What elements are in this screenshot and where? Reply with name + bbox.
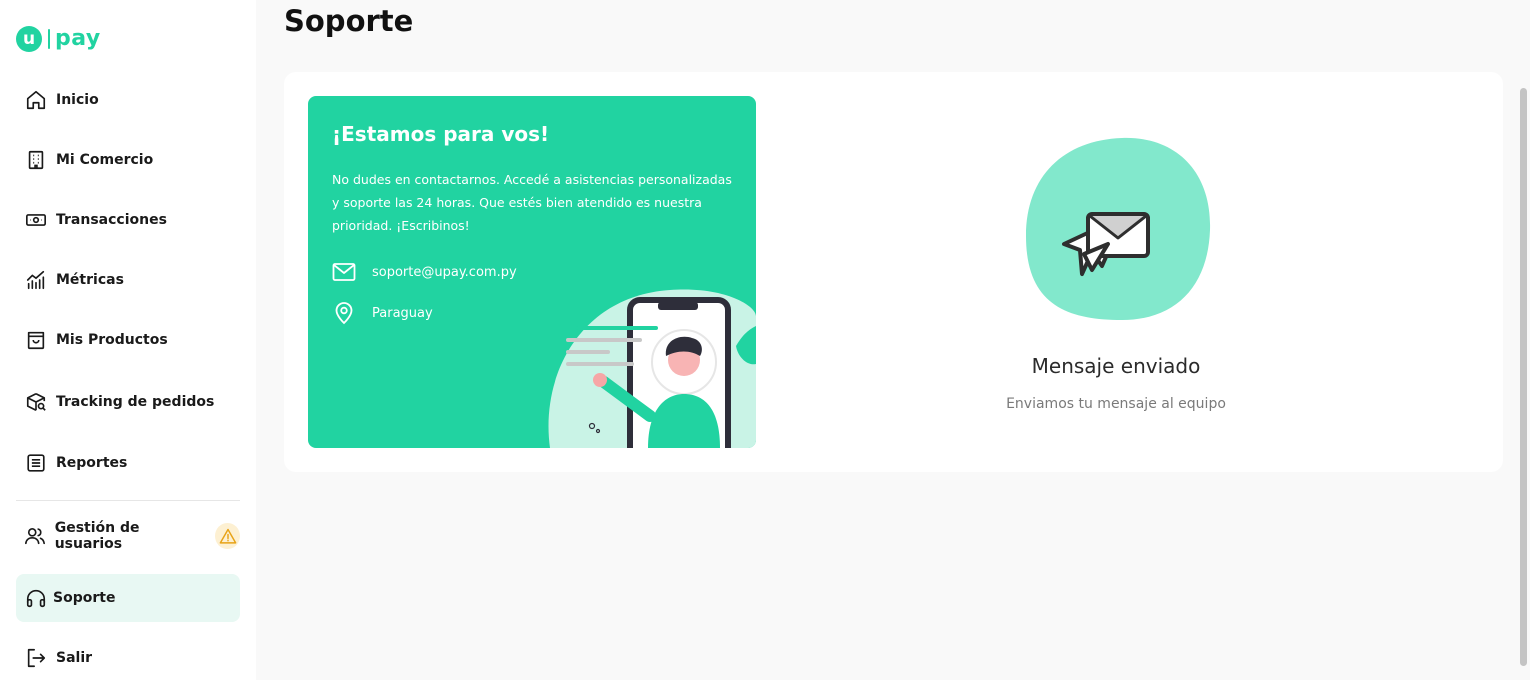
sidebar-item-reportes[interactable]: Reportes [16,439,240,487]
home-icon [24,88,48,112]
sidebar-item-label: Soporte [53,590,116,606]
contact-email[interactable]: soporte@upay.com.py [332,260,517,284]
sidebar-divider [16,500,240,501]
headset-icon [24,586,48,610]
message-title: Mensaje enviado [1031,354,1201,378]
message-subtitle: Enviamos tu mensaje al equipo [1006,396,1226,412]
cash-icon [24,208,48,232]
sidebar-item-inicio[interactable]: Inicio [16,76,240,124]
sidebar-item-tracking[interactable]: Tracking de pedidos [16,378,240,426]
location-pin-icon [332,301,356,325]
warning-icon [215,523,240,549]
contact-email-text: soporte@upay.com.py [372,264,517,280]
sidebar-item-transacciones[interactable]: Transacciones [16,196,240,244]
report-icon [24,451,48,475]
support-card: ¡Estamos para vos! No dudes en contactar… [284,72,1503,472]
contact-location: Paraguay [332,301,433,325]
upay-logo[interactable]: u pay [16,26,101,52]
sidebar-item-gestion-usuarios[interactable]: Gestión de usuarios [16,512,240,560]
sidebar-item-salir[interactable]: Salir [16,634,240,680]
contact-location-text: Paraguay [372,305,433,321]
vertical-scrollbar[interactable] [1520,88,1527,666]
sidebar-item-mis-productos[interactable]: Mis Productos [16,316,240,364]
sidebar-item-label: Inicio [56,92,99,108]
sidebar-item-label: Tracking de pedidos [56,394,215,410]
sidebar-item-label: Transacciones [56,212,167,228]
support-illustration [548,289,756,448]
sidebar-item-label: Salir [56,650,93,666]
sidebar-item-label: Métricas [56,272,124,288]
bag-icon [24,328,48,352]
page-title: Soporte [284,4,414,38]
logout-icon [24,646,48,670]
sidebar: u pay Inicio Mi Comercio Transacciones M… [0,0,256,680]
package-search-icon [24,390,48,414]
sidebar-item-label: Mi Comercio [56,152,154,168]
mail-chat-icon [1026,137,1211,320]
building-icon [24,148,48,172]
sidebar-item-soporte[interactable]: Soporte [16,574,240,622]
sidebar-item-mi-comercio[interactable]: Mi Comercio [16,136,240,184]
logo-separator [48,29,50,49]
message-status-panel: Mensaje enviado Enviamos tu mensaje al e… [756,72,1503,472]
users-icon [24,524,47,548]
sidebar-item-label: Mis Productos [56,332,168,348]
promo-title: ¡Estamos para vos! [332,122,550,146]
chart-icon [24,268,48,292]
mail-icon [332,260,356,284]
sidebar-item-metricas[interactable]: Métricas [16,256,240,304]
logo-text: pay [55,26,101,51]
promo-description: No dudes en contactarnos. Accedé a asist… [332,172,732,233]
contact-promo-panel: ¡Estamos para vos! No dudes en contactar… [308,96,756,448]
sidebar-item-label: Reportes [56,455,128,471]
logo-letter: u [16,26,42,52]
sidebar-item-label: Gestión de usuarios [54,520,140,552]
